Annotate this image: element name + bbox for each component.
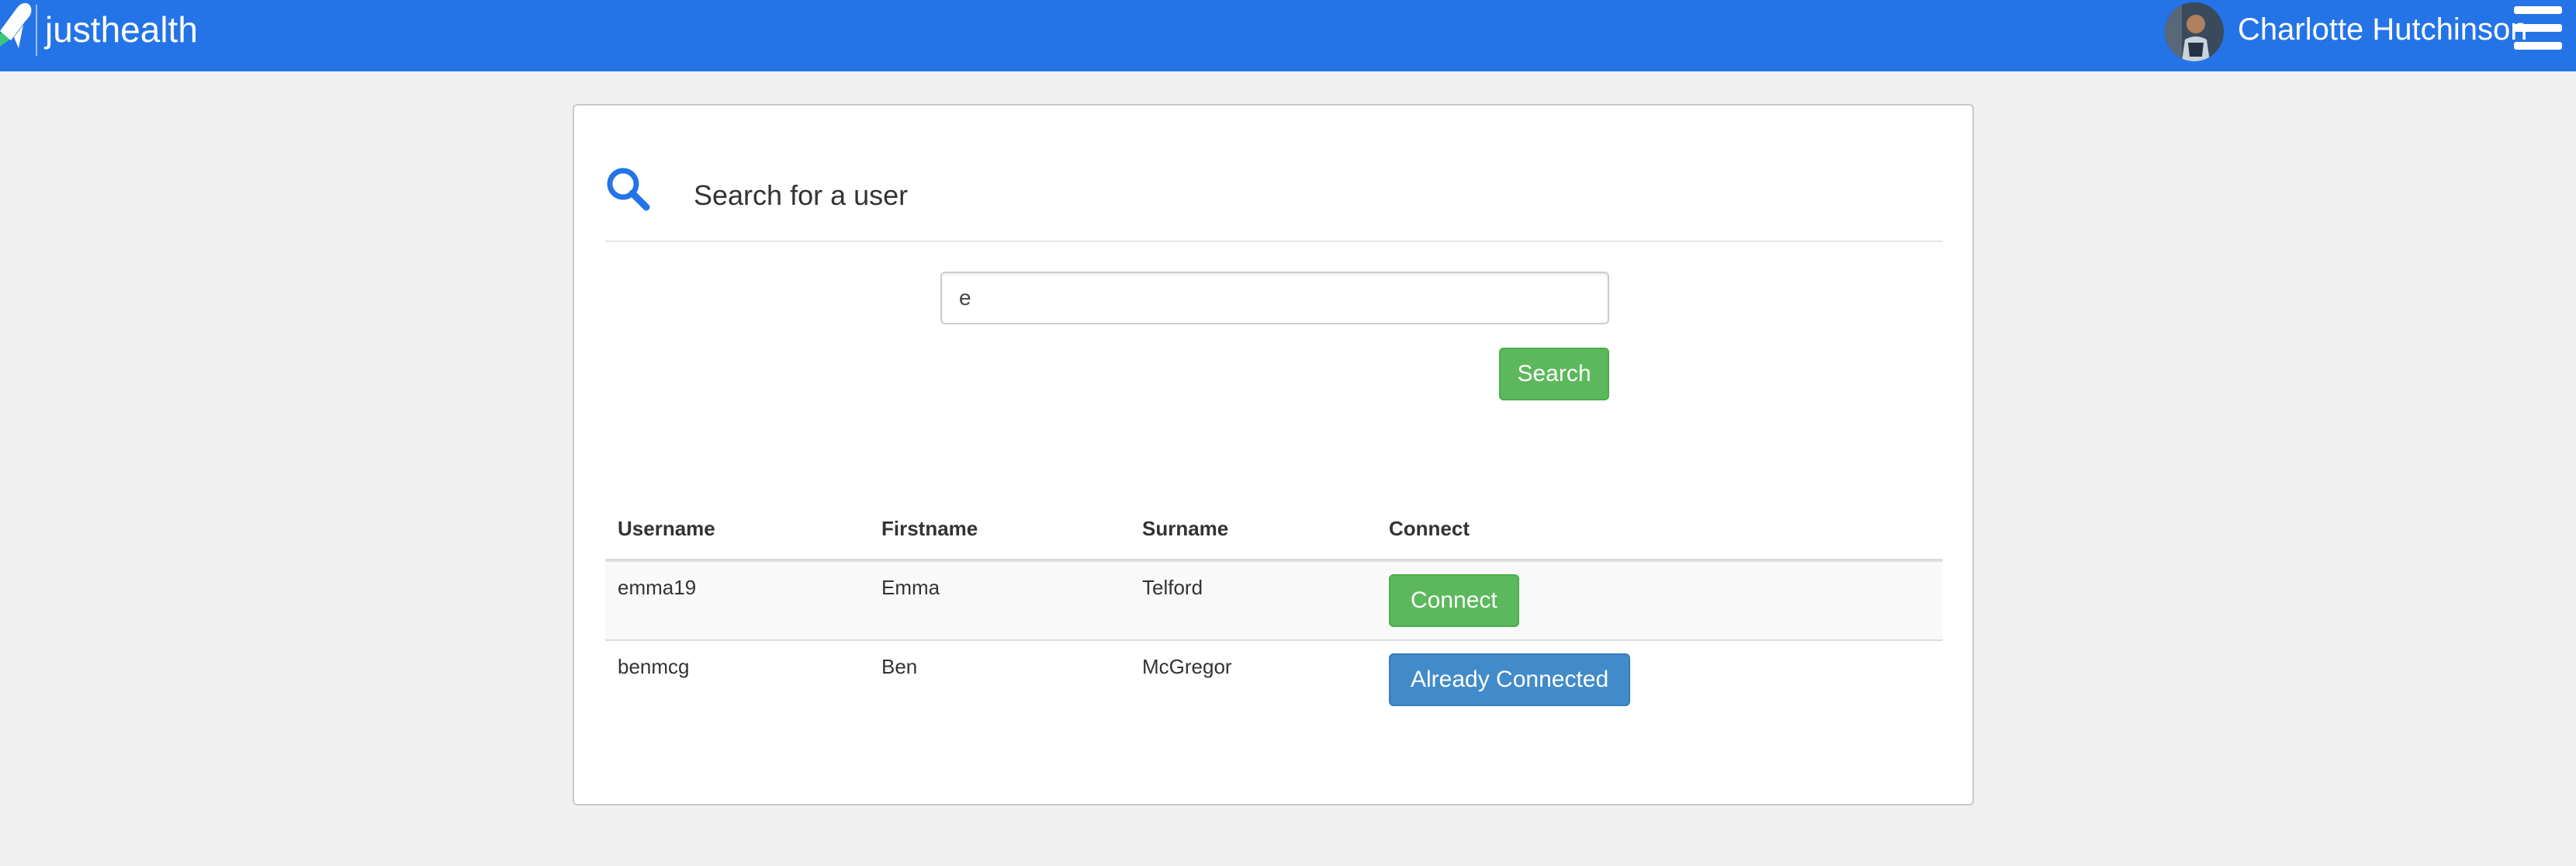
table-row: benmcg Ben McGregor Already Connected bbox=[605, 641, 1943, 719]
cell-username: benmcg bbox=[618, 655, 690, 678]
avatar-photo bbox=[2165, 2, 2224, 61]
hamburger-menu-icon[interactable] bbox=[2514, 6, 2562, 53]
panel-heading: Search for a user bbox=[605, 137, 1943, 242]
connect-button[interactable]: Connect bbox=[1389, 574, 1519, 627]
cell-firstname: Ben bbox=[881, 655, 918, 678]
search-panel: Search for a user Search Username Firstn… bbox=[573, 104, 1974, 805]
search-input[interactable] bbox=[940, 272, 1609, 324]
cell-username: emma19 bbox=[618, 576, 697, 599]
cell-surname: Telford bbox=[1142, 576, 1203, 599]
header-username: Username bbox=[618, 517, 715, 540]
brand-name[interactable]: justhealth bbox=[45, 8, 198, 51]
results-table: Username Firstname Surname Connect emma1… bbox=[605, 498, 1943, 719]
already-connected-button[interactable]: Already Connected bbox=[1389, 653, 1631, 706]
top-navbar: justhealth Charlotte Hutchinson bbox=[0, 0, 2576, 71]
user-avatar[interactable] bbox=[2165, 2, 2224, 61]
justhealth-logo-icon[interactable] bbox=[0, 0, 34, 59]
table-row: emma19 Emma Telford Connect bbox=[605, 562, 1943, 641]
search-button[interactable]: Search bbox=[1499, 348, 1609, 400]
search-icon bbox=[607, 168, 650, 211]
logo-divider bbox=[36, 5, 37, 56]
header-firstname: Firstname bbox=[881, 517, 978, 540]
cell-surname: McGregor bbox=[1142, 655, 1232, 678]
cell-firstname: Emma bbox=[881, 576, 940, 599]
table-header: Username Firstname Surname Connect bbox=[605, 498, 1943, 562]
header-connect: Connect bbox=[1389, 517, 1470, 540]
user-name[interactable]: Charlotte Hutchinson bbox=[2238, 10, 2528, 49]
panel-title: Search for a user bbox=[694, 179, 909, 211]
header-surname: Surname bbox=[1142, 517, 1229, 540]
